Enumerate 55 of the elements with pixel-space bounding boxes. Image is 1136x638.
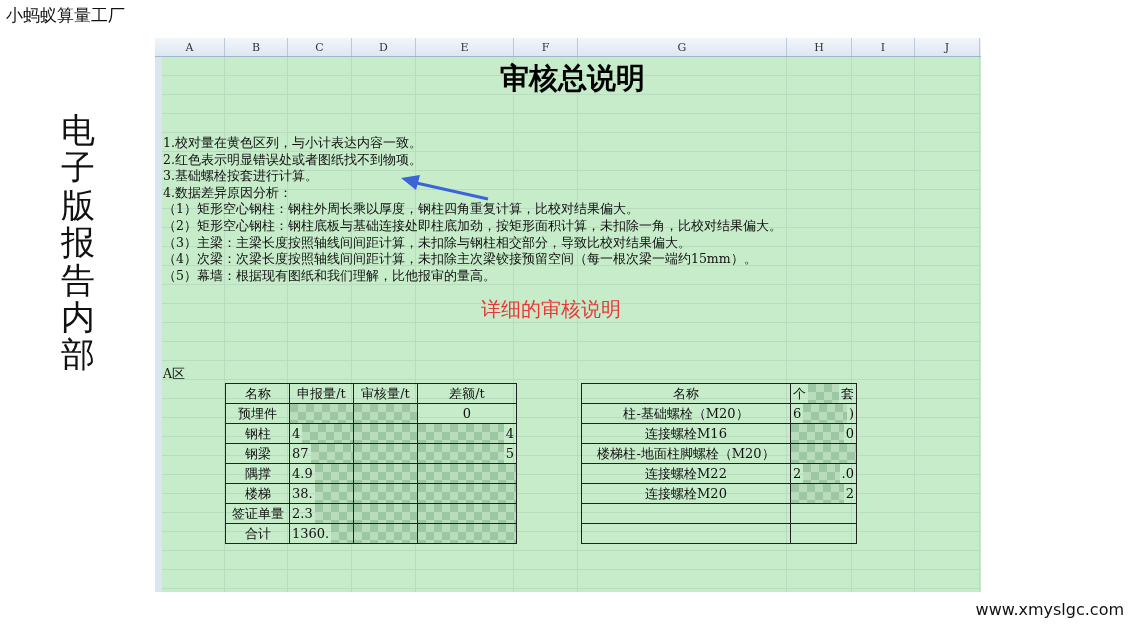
sheet-title: 审核总说明 (499, 60, 645, 97)
column-header[interactable]: F (514, 38, 578, 56)
table-cell: 钢梁 (226, 444, 290, 464)
column-header[interactable]: I (852, 38, 915, 56)
column-header[interactable]: A (155, 38, 225, 56)
table-cell: 柱-基础螺栓（M20） (582, 404, 791, 424)
table-cell-text: 0 (461, 405, 473, 424)
note-line: 3.基础螺栓按套进行计算。 (163, 168, 318, 185)
cell-text: 2.3 (291, 505, 314, 524)
column-header[interactable]: D (352, 38, 416, 56)
note-line: （3）主梁：主梁长度按照轴线间间距计算，未扣除与钢柱相交部分，导致比校对结果偏大。 (163, 234, 691, 252)
cell-text: .0 (840, 465, 855, 484)
cell-text: 个 (792, 384, 807, 403)
cell-text: 套 (840, 384, 855, 403)
cell-text: 38. (291, 485, 314, 504)
column-header[interactable]: H (787, 38, 852, 56)
cell-text: ) (847, 405, 855, 424)
column-header[interactable]: E (416, 38, 514, 56)
cell-text: 5 (504, 445, 515, 464)
cell-text: 4 (504, 425, 515, 444)
table-cell-text: 差额/t (448, 384, 486, 403)
area-label: A区 (163, 366, 186, 384)
table-cell: 隅撑 (226, 464, 290, 484)
note-line: （1）矩形空心钢柱：钢柱外周长乘以厚度，钢柱四角重复计算，比校对结果偏大。 (163, 201, 639, 218)
cell-text: 4 (291, 425, 302, 444)
column-header[interactable]: G (578, 38, 787, 56)
table-cell: 签证单量 (226, 504, 290, 524)
note-line: （5）幕墙：根据现有图纸和我们理解，比他报审的量高。 (163, 267, 496, 285)
website-url: www.xmyslgc.com (975, 600, 1124, 619)
cell-text: 4.9 (291, 465, 314, 484)
cell-text: 87 (291, 445, 310, 464)
note-line: 2.红色表示明显错误处或者图纸找不到物项。 (163, 151, 422, 169)
table-cell: 名称 (226, 384, 290, 404)
annotation-text: 详细的审核说明 (481, 296, 621, 324)
note-line: （4）次梁：次梁长度按照轴线间间距计算，未扣除主次梁铰接预留空间（每一根次梁一端约15mm）。 (163, 251, 757, 268)
column-header[interactable]: J (915, 38, 980, 56)
cell-text: 0 (844, 425, 855, 444)
table-cell: 连接螺栓M22 (582, 464, 791, 484)
note-line: （2）矩形空心钢柱：钢柱底板与基础连接处即柱底加劲，按矩形面积计算，未扣除一角，比校对结果偏大。 (163, 217, 782, 235)
note-line: 4.数据差异原因分析： (163, 184, 292, 202)
table-cell: 申报量/t (290, 384, 354, 404)
column-header[interactable]: B (225, 38, 288, 56)
note-line: 1.校对量在黄色区列，与小计表达内容一致。 (163, 135, 422, 152)
table-cell: 楼梯 (226, 484, 290, 504)
table-cell: 钢柱 (226, 424, 290, 444)
brand-name: 小蚂蚁算量工厂 (5, 4, 126, 27)
table-cell: 合计 (226, 524, 290, 544)
cell-text: 6 (792, 405, 803, 424)
column-header[interactable]: C (288, 38, 352, 56)
table-cell: 审核量/t (354, 384, 418, 404)
table-cell: 名称 (582, 384, 791, 404)
side-caption: 电子版报告内部 (60, 112, 95, 374)
cell-text: 2 (792, 465, 803, 484)
cell-text: 1360. (291, 525, 331, 544)
cell-text: 2 (844, 485, 855, 504)
